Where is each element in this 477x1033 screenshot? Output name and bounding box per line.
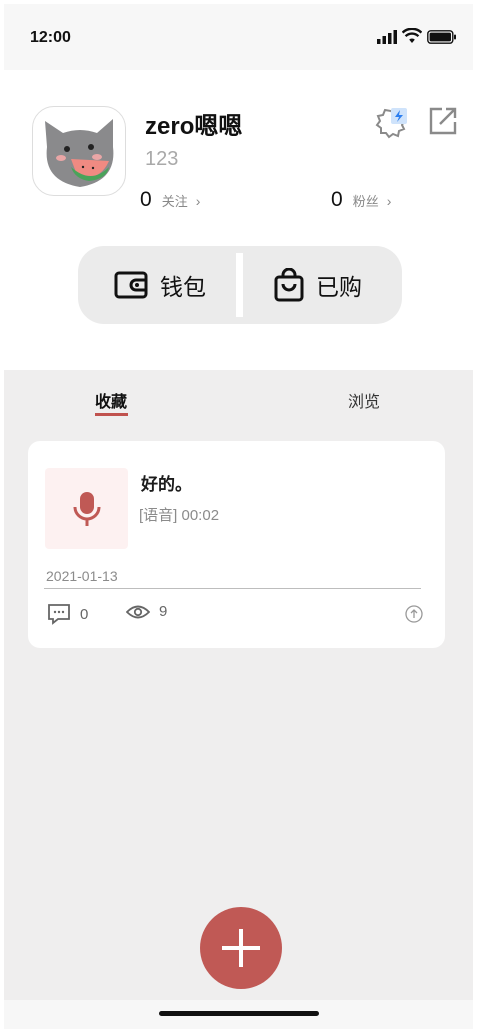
comments-meta[interactable]: 0 bbox=[47, 603, 88, 625]
divider bbox=[236, 253, 243, 317]
card-subtitle: [语音] 00:02 bbox=[139, 507, 220, 524]
microphone-icon bbox=[73, 492, 101, 526]
wallet-label: 钱包 bbox=[160, 274, 206, 300]
signal-icon bbox=[377, 30, 397, 44]
comment-icon bbox=[48, 604, 70, 625]
purchased-label: 已购 bbox=[316, 274, 362, 300]
home-indicator-area bbox=[4, 1000, 473, 1029]
battery-icon bbox=[427, 30, 456, 44]
voice-thumbnail bbox=[45, 468, 128, 549]
home-indicator[interactable] bbox=[159, 1011, 319, 1016]
user-id: 123 bbox=[145, 148, 179, 170]
card-title: 好的。 bbox=[141, 475, 192, 494]
status-bar: 12:00 bbox=[4, 4, 473, 70]
fans-count: 0 bbox=[331, 188, 343, 211]
card-divider bbox=[44, 588, 421, 589]
fans-stat[interactable]: 0 粉丝 › bbox=[331, 188, 391, 212]
purchased-button[interactable]: 已购 bbox=[274, 246, 362, 324]
avatar[interactable] bbox=[32, 106, 126, 196]
plus-icon bbox=[222, 929, 260, 967]
eye-icon bbox=[126, 605, 150, 618]
tab-favorites[interactable]: 收藏 bbox=[95, 388, 127, 412]
tab-active-indicator bbox=[95, 413, 128, 416]
app-screen: 12:00 zero嗯嗯 123 0 关注 › 0 粉丝 › 钱包 已购 收藏 … bbox=[4, 4, 473, 1029]
wallet-button[interactable]: 钱包 bbox=[114, 246, 206, 324]
chevron-right-icon: › bbox=[386, 193, 392, 209]
favorite-card[interactable]: 好的。 [语音] 00:02 2021-01-13 0 9 bbox=[28, 441, 445, 648]
share-icon[interactable] bbox=[428, 106, 458, 136]
cat-avatar-image bbox=[45, 119, 114, 187]
tab-browse[interactable]: 浏览 bbox=[348, 388, 380, 412]
wallet-icon bbox=[114, 271, 148, 299]
upload-icon[interactable] bbox=[405, 605, 423, 623]
profile-header: zero嗯嗯 123 0 关注 › 0 粉丝 › 钱包 已购 bbox=[4, 70, 473, 370]
following-label: 关注 bbox=[161, 194, 188, 209]
following-stat[interactable]: 0 关注 › bbox=[140, 188, 200, 212]
views-meta: 9 bbox=[126, 603, 167, 620]
wifi-icon bbox=[402, 28, 422, 43]
wallet-purchased-bar: 钱包 已购 bbox=[78, 246, 402, 324]
comments-count: 0 bbox=[80, 605, 89, 623]
chevron-right-icon: › bbox=[195, 193, 201, 209]
bag-icon bbox=[274, 268, 304, 302]
username: zero嗯嗯 bbox=[145, 113, 243, 140]
settings-icon[interactable] bbox=[374, 106, 408, 140]
following-count: 0 bbox=[140, 188, 152, 211]
add-button[interactable] bbox=[200, 907, 282, 989]
views-count: 9 bbox=[159, 603, 168, 620]
status-time: 12:00 bbox=[30, 29, 71, 46]
fans-label: 粉丝 bbox=[352, 194, 379, 209]
card-date: 2021-01-13 bbox=[46, 568, 118, 584]
